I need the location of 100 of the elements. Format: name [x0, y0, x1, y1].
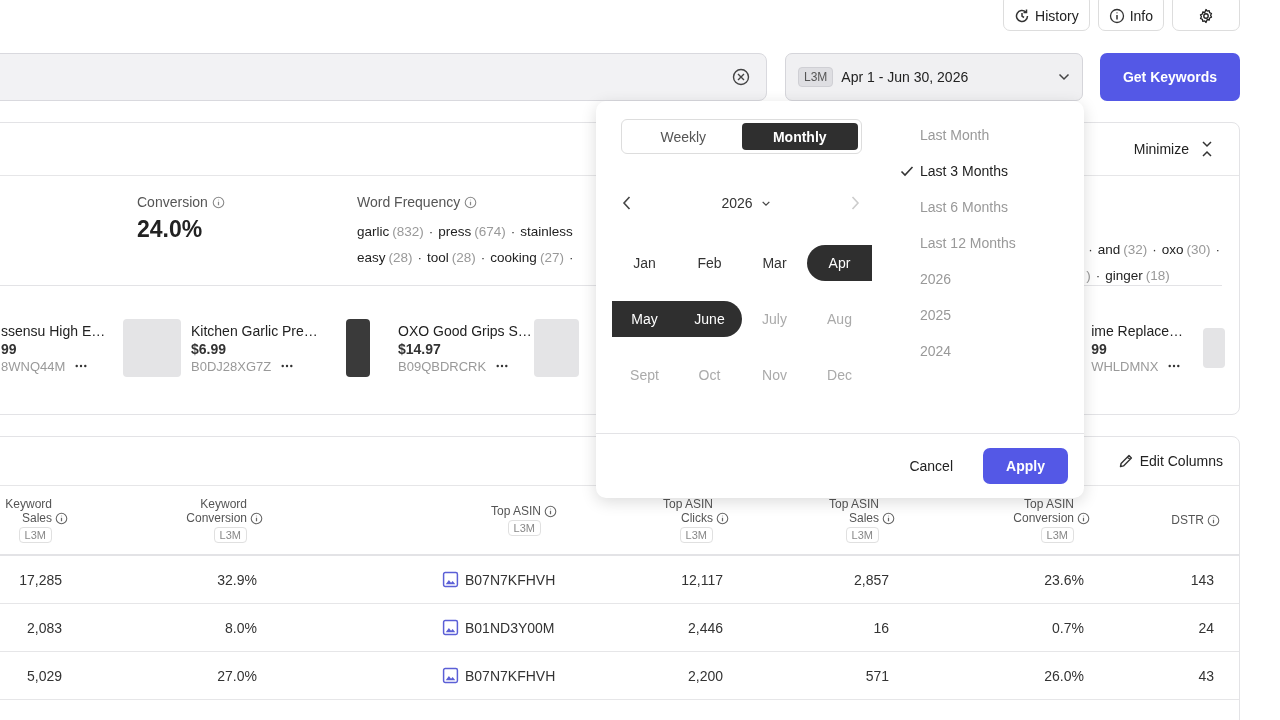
table-cell: 143 — [1190, 571, 1214, 588]
table-cell: 16 — [873, 619, 889, 636]
info-icon[interactable] — [55, 512, 68, 525]
check-icon — [900, 165, 914, 177]
product-name[interactable]: ssensu High E… — [1, 322, 106, 339]
info-icon[interactable] — [882, 512, 895, 525]
word-term: easy — [357, 249, 386, 265]
history-button[interactable]: History — [1003, 0, 1090, 31]
product-asin: WHLDMNX — [1091, 358, 1159, 374]
period-badge: L3M — [18, 527, 52, 543]
column-header[interactable]: Top ASIN Clicks — [662, 497, 713, 525]
table-cell: 2,200 — [687, 667, 723, 684]
clear-icon[interactable] — [732, 68, 750, 86]
period-badge: L3M — [1040, 527, 1074, 543]
chevron-left-icon[interactable] — [622, 195, 632, 211]
collapse-icon — [1201, 140, 1213, 158]
product-name[interactable]: ime Replace… — [1091, 322, 1183, 339]
word-count: (18) — [1145, 267, 1170, 283]
info-icon[interactable] — [544, 505, 557, 518]
product-photo-placeholder — [123, 319, 181, 377]
word-term: tool — [427, 249, 449, 265]
product-price: $14.97 — [398, 340, 442, 357]
more-icon[interactable] — [281, 364, 294, 368]
get-keywords-button[interactable]: Get Keywords — [1100, 53, 1240, 101]
table-cell: 0.7% — [1052, 619, 1084, 636]
word-term: garlic — [357, 223, 390, 239]
table-cell: B01ND3Y00M — [465, 619, 555, 636]
word-term: ginger — [1105, 267, 1143, 283]
product-name[interactable]: OXO Good Grips S… — [398, 322, 532, 339]
metric-label: Conversion — [137, 194, 208, 210]
settings-button[interactable] — [1172, 0, 1240, 31]
product-price: 99 — [1, 340, 18, 357]
more-icon[interactable] — [496, 364, 509, 368]
apply-button[interactable]: Apply — [983, 448, 1068, 484]
table-cell: 571 — [865, 667, 889, 684]
info-icon[interactable] — [250, 512, 263, 525]
edit-columns-button[interactable]: Edit Columns — [1117, 453, 1223, 469]
product-price: $6.99 — [191, 340, 228, 357]
more-icon[interactable] — [1168, 364, 1181, 368]
month-option[interactable]: May — [612, 301, 677, 337]
table-cell: 24 — [1198, 619, 1214, 636]
separator-dot: · — [1095, 267, 1101, 283]
separator-dot: · — [480, 249, 486, 265]
separator-dot: · — [510, 223, 516, 239]
product-asin: B09QBDRCRK — [398, 358, 487, 374]
product-name[interactable]: Kitchen Garlic Pre… — [191, 322, 318, 339]
image-icon[interactable] — [442, 619, 459, 636]
column-header[interactable]: Keyword Sales — [5, 497, 52, 525]
separator-dot: · — [417, 249, 423, 265]
year-dropdown[interactable]: 2026 — [715, 194, 777, 212]
more-icon[interactable] — [75, 364, 88, 368]
product-photo-placeholder — [346, 319, 370, 377]
word-count: (28) — [388, 249, 413, 265]
info-icon[interactable] — [716, 512, 729, 525]
period-badge: L3M — [507, 520, 541, 536]
word-count: (27) — [539, 249, 564, 265]
word-count: (674) — [474, 223, 506, 239]
preset-option[interactable]: Last 3 Months — [900, 153, 1016, 189]
info-button[interactable]: Info — [1097, 0, 1164, 31]
word-count: (832) — [392, 223, 424, 239]
period-badge: L3M — [213, 527, 247, 543]
month-option[interactable]: June — [677, 301, 742, 337]
table-cell: 26.0% — [1044, 667, 1084, 684]
chevron-down-icon — [760, 199, 771, 207]
table-cell: 2,083 — [26, 619, 62, 636]
view-tab[interactable]: Monthly — [741, 123, 858, 150]
word-term: and — [1097, 241, 1121, 257]
column-header[interactable]: Top ASIN Sales — [828, 497, 879, 525]
column-header[interactable]: Keyword Conversion — [186, 497, 247, 525]
table-cell: 5,029 — [26, 667, 62, 684]
period-badge: L3M — [845, 527, 879, 543]
table-cell: 17,285 — [19, 571, 62, 588]
image-icon[interactable] — [442, 667, 459, 684]
date-range-value: Apr 1 - Jun 30, 2026 — [841, 69, 970, 85]
word-term: cooking — [490, 249, 537, 265]
separator-dot: · — [428, 223, 434, 239]
info-icon[interactable] — [464, 195, 478, 209]
period-badge: L3M — [679, 527, 713, 543]
word-count: (28) — [451, 249, 476, 265]
product-photo-placeholder — [1203, 328, 1225, 368]
search-field[interactable] — [0, 53, 767, 101]
month-option[interactable]: Apr — [807, 245, 872, 281]
product-photo-placeholder — [534, 319, 579, 377]
word-term: oxo — [1161, 241, 1184, 257]
settings-icon — [1198, 7, 1214, 24]
info-icon[interactable] — [1207, 514, 1220, 527]
separator-dot: · — [568, 249, 574, 265]
info-icon[interactable] — [211, 195, 225, 209]
info-icon[interactable] — [1077, 512, 1090, 525]
date-range-dropdown[interactable]: L3M Apr 1 - Jun 30, 2026 — [785, 53, 1083, 101]
image-icon[interactable] — [442, 571, 459, 588]
column-header[interactable]: Top ASIN — [490, 504, 541, 518]
table-cell: B07N7KFHVH — [465, 667, 556, 684]
pencil-icon — [1117, 453, 1134, 469]
table-cell: 43 — [1198, 667, 1214, 684]
minimize-button[interactable]: Minimize — [1133, 140, 1213, 158]
table-cell: 23.6% — [1044, 571, 1084, 588]
cancel-button[interactable]: Cancel — [903, 457, 959, 475]
column-header[interactable]: DSTR — [1171, 513, 1204, 527]
column-header[interactable]: Top ASIN Conversion — [1013, 497, 1074, 525]
